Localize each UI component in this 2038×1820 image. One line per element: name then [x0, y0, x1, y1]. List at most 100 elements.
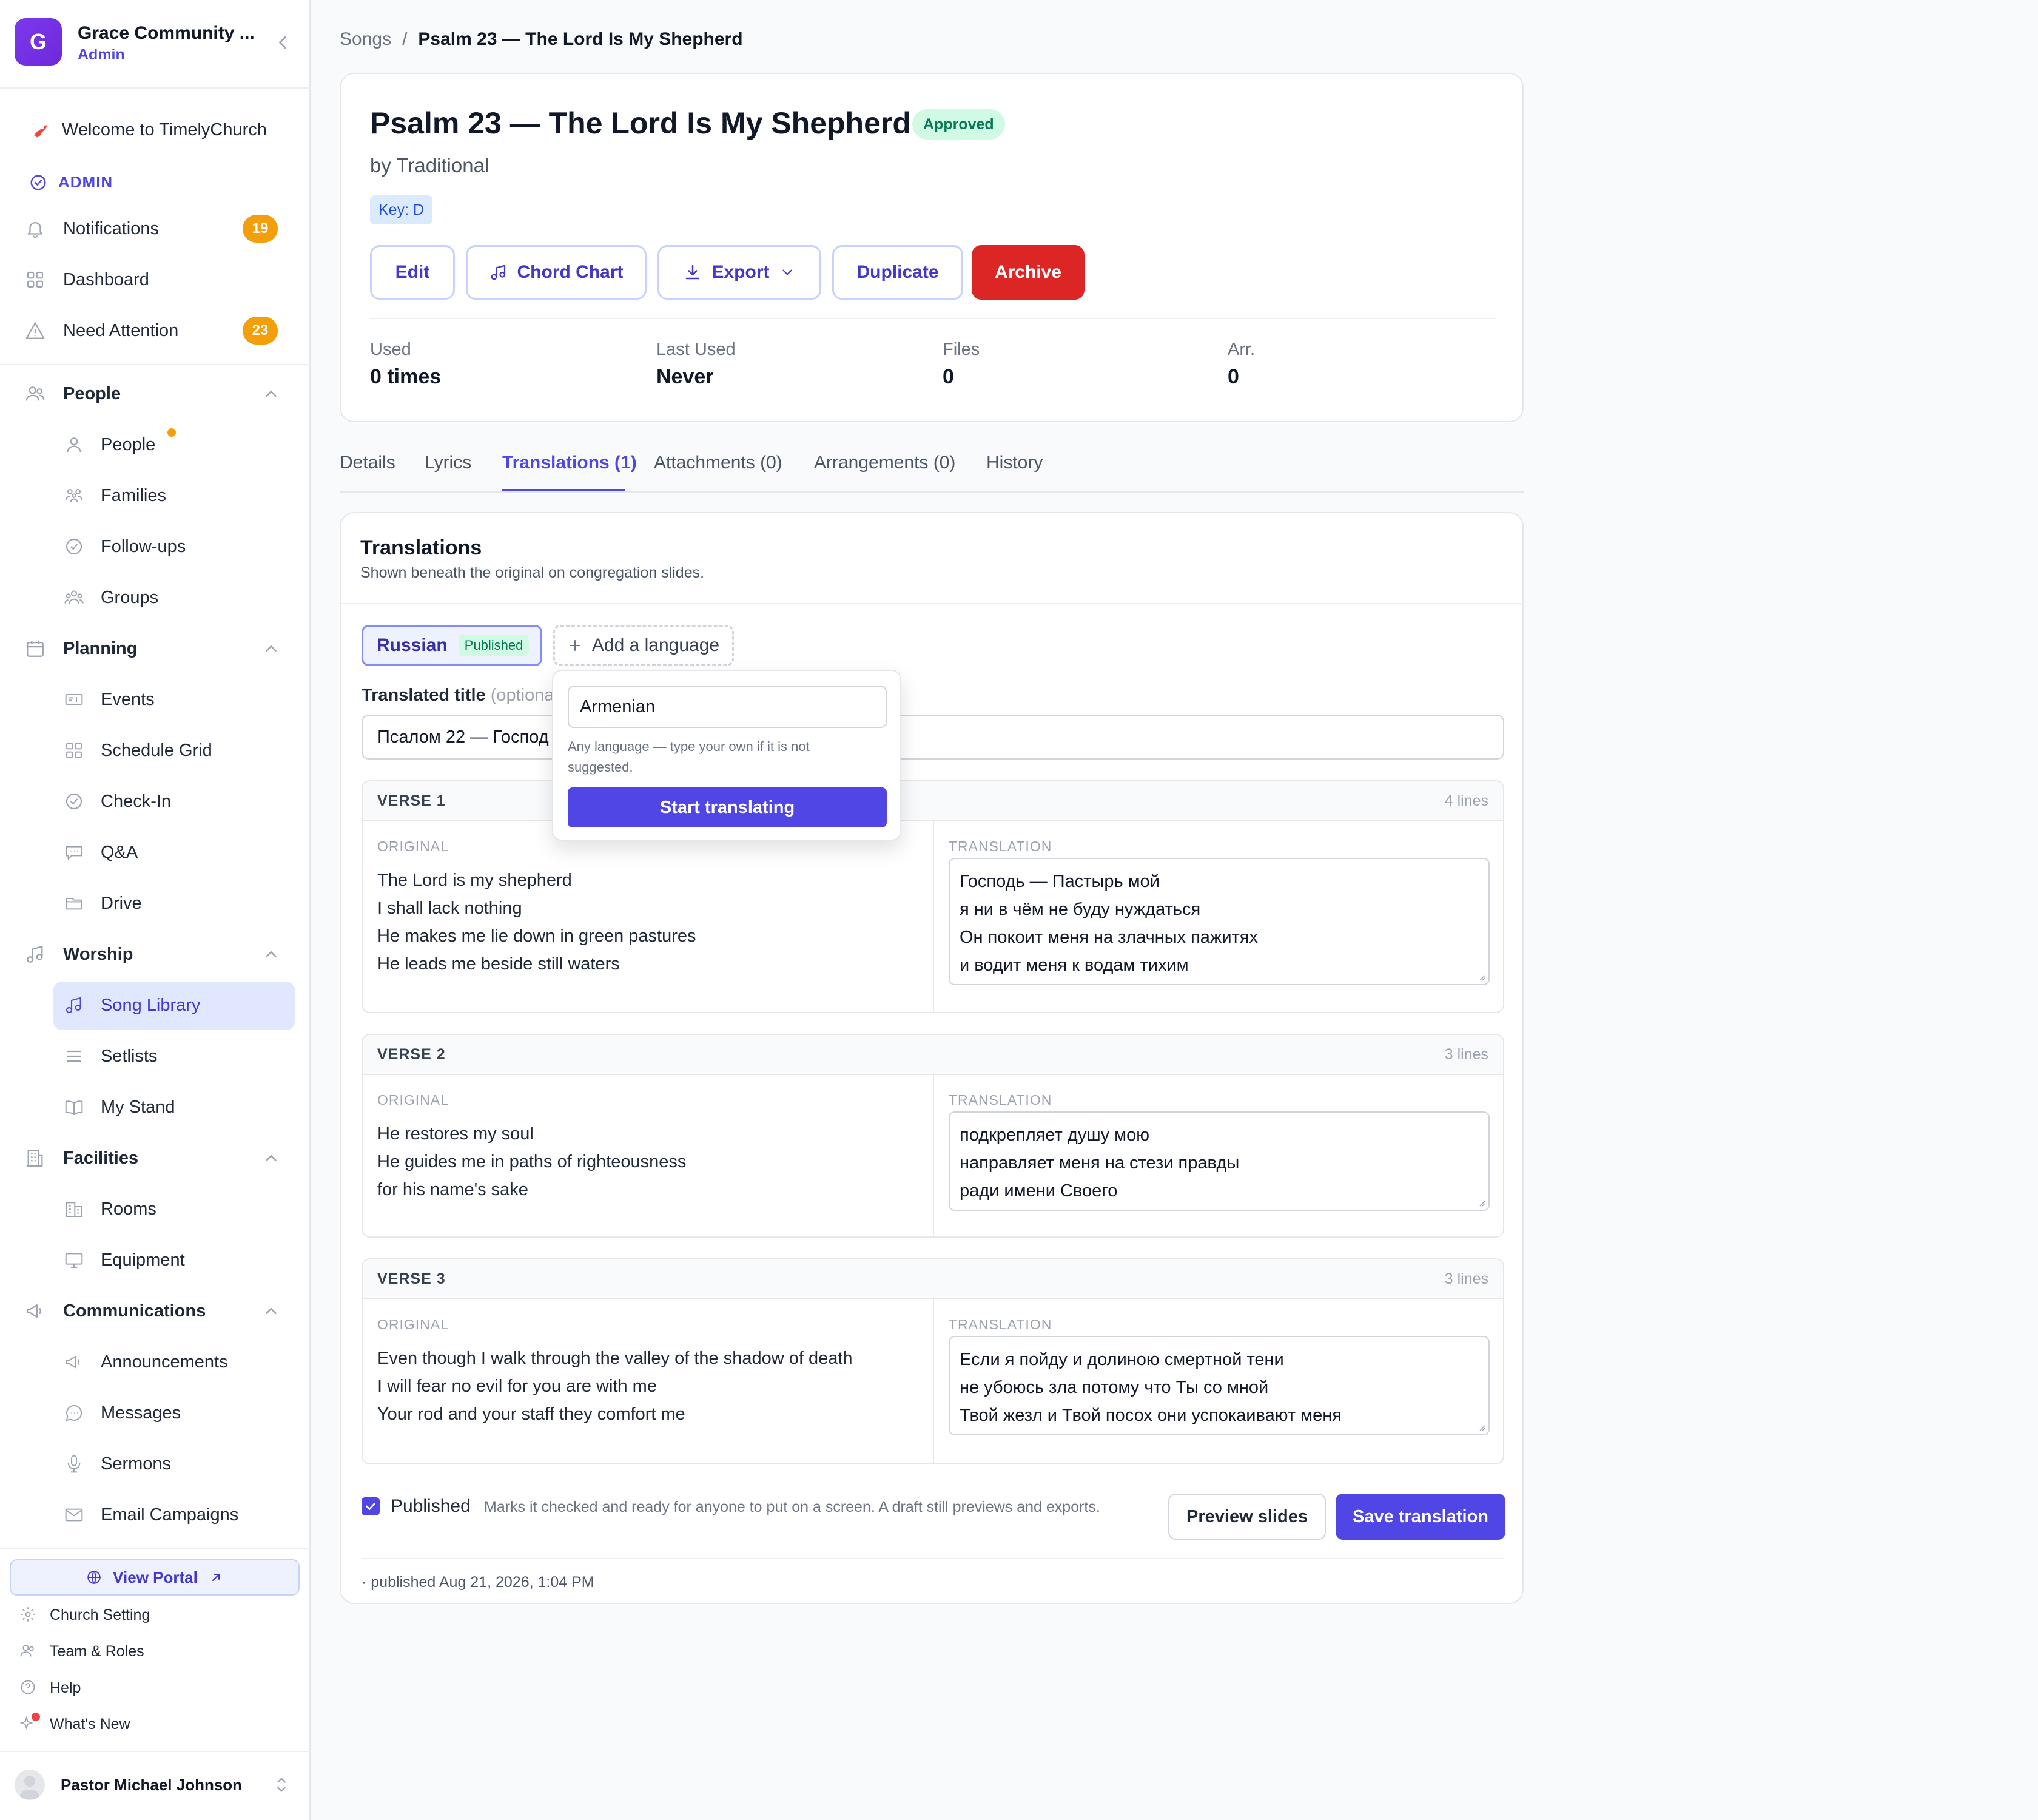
check-circle-icon — [63, 536, 85, 558]
chord-chart-button[interactable]: Chord Chart — [466, 245, 647, 300]
preview-slides-button[interactable]: Preview slides — [1168, 1494, 1326, 1540]
org-switcher[interactable]: G Grace Community ... Admin — [15, 18, 296, 68]
tab-lyrics[interactable]: Lyrics — [425, 453, 471, 473]
music-note-icon — [489, 263, 508, 281]
sidebar-item-follow-ups[interactable]: Follow-ups — [63, 530, 186, 564]
tab-details[interactable]: Details — [340, 453, 395, 473]
sidebar-item-label: Families — [101, 485, 166, 505]
team-roles-link[interactable]: Team & Roles — [19, 1638, 144, 1665]
section-subtitle: Shown beneath the original on congregati… — [360, 564, 705, 581]
users-icon — [24, 383, 46, 405]
tab-translations[interactable]: Translations (1) — [502, 453, 637, 473]
resize-handle-icon[interactable] — [1476, 972, 1486, 982]
sidebar-item-events[interactable]: Events — [63, 682, 155, 716]
chevron-up-icon[interactable] — [262, 639, 280, 658]
export-button[interactable]: Export — [657, 245, 821, 300]
chevron-up-icon[interactable] — [262, 1302, 280, 1320]
sidebar-divider — [0, 87, 311, 89]
sidebar-item-label: Notifications — [63, 218, 159, 238]
edit-button[interactable]: Edit — [370, 245, 455, 300]
language-input[interactable]: Armenian — [568, 686, 887, 728]
tab-arrangements[interactable]: Arrangements (0) — [814, 453, 955, 473]
sidebar-section-planning[interactable]: Planning — [24, 632, 286, 666]
sidebar-item-rooms[interactable]: Rooms — [63, 1192, 156, 1226]
sidebar-item-people[interactable]: People — [63, 428, 155, 462]
stat-files-value: 0 — [943, 365, 954, 388]
sidebar-section-facilities[interactable]: Facilities — [24, 1141, 286, 1175]
megaphone-icon — [24, 1300, 46, 1322]
sidebar-item-song-library[interactable]: Song Library — [63, 988, 200, 1022]
sidebar-item-schedule-grid[interactable]: Schedule Grid — [63, 733, 212, 767]
translation-textarea[interactable]: Если я пойду и долиною смертной тени не … — [949, 1336, 1490, 1435]
collapse-sidebar-icon[interactable] — [272, 32, 294, 53]
language-tab-russian[interactable]: Russian Published — [362, 625, 542, 666]
sidebar-section-people[interactable]: People — [24, 377, 286, 411]
sidebar-item-groups[interactable]: Groups — [63, 581, 158, 615]
sidebar-item-families[interactable]: Families — [63, 479, 166, 513]
sidebar-item-drive[interactable]: Drive — [63, 886, 142, 920]
start-translating-button[interactable]: Start translating — [568, 787, 887, 827]
original-column: ORIGINAL Even though I walk through the … — [363, 1299, 933, 1463]
sidebar-item-welcome[interactable]: Welcome to TimelyChurch — [29, 113, 267, 147]
sidebar-item-email-campaigns[interactable]: Email Campaigns — [63, 1498, 238, 1532]
sidebar-item-sermons[interactable]: Sermons — [63, 1447, 171, 1481]
folder-icon — [63, 892, 85, 914]
sidebar-section-worship[interactable]: Worship — [24, 937, 286, 971]
sidebar-item-messages[interactable]: Messages — [63, 1396, 181, 1430]
user-menu[interactable]: Pastor Michael Johnson — [15, 1767, 296, 1803]
help-link[interactable]: Help — [19, 1674, 81, 1701]
stat-last-used-value: Never — [656, 365, 714, 388]
sidebar-item-announcements[interactable]: Announcements — [63, 1345, 228, 1379]
chevron-up-icon[interactable] — [262, 945, 280, 963]
published-checkbox[interactable] — [362, 1497, 380, 1515]
published-label[interactable]: Published — [391, 1496, 471, 1517]
translation-textarea[interactable]: подкрепляет душу мою направляет меня на … — [949, 1111, 1490, 1211]
add-language-button[interactable]: Add a language — [553, 625, 734, 666]
church-setting-link[interactable]: Church Setting — [19, 1602, 150, 1628]
user-icon — [63, 434, 85, 456]
resize-handle-icon[interactable] — [1476, 1198, 1486, 1207]
sidebar-section-label: People — [63, 383, 121, 403]
translation-label: TRANSLATION — [949, 838, 1052, 854]
sidebar-item-label: Follow-ups — [101, 536, 186, 556]
verse-line-count: 4 lines — [1444, 792, 1488, 809]
mail-icon — [63, 1504, 85, 1526]
archive-button[interactable]: Archive — [972, 245, 1085, 300]
sidebar-item-need-attention[interactable]: Need Attention — [24, 314, 178, 348]
duplicate-button[interactable]: Duplicate — [832, 245, 963, 300]
sidebar-divider — [0, 364, 311, 365]
tab-history[interactable]: History — [986, 453, 1043, 473]
view-portal-button[interactable]: View Portal — [10, 1559, 300, 1596]
tab-attachments[interactable]: Attachments (0) — [654, 453, 782, 473]
verse-line-count: 3 lines — [1444, 1270, 1488, 1287]
translation-column: TRANSLATION Господь — Пастырь мой я ни в… — [933, 821, 1503, 1012]
published-badge: Published — [458, 635, 530, 656]
save-translation-button[interactable]: Save translation — [1336, 1494, 1505, 1540]
family-icon — [63, 485, 85, 507]
resize-handle-icon[interactable] — [1476, 1422, 1486, 1432]
sidebar-item-check-in[interactable]: Check-In — [63, 784, 171, 818]
rocket-icon — [29, 119, 51, 141]
breadcrumb-songs-link[interactable]: Songs — [340, 29, 391, 50]
sidebar-item-qa[interactable]: Q&A — [63, 835, 138, 869]
sidebar-section-communications[interactable]: Communications — [24, 1294, 286, 1328]
chevron-up-icon[interactable] — [262, 1149, 280, 1167]
sidebar-item-equipment[interactable]: Equipment — [63, 1243, 185, 1277]
divider — [362, 1558, 1504, 1559]
message-circle-icon — [63, 1402, 85, 1424]
org-name: Grace Community ... — [78, 23, 255, 43]
building-icon — [24, 1147, 46, 1169]
sidebar-item-dashboard[interactable]: Dashboard — [24, 263, 149, 297]
sidebar-divider — [0, 1751, 311, 1752]
sidebar-item-label: Drive — [101, 893, 142, 913]
translated-title-input[interactable]: Псалом 22 — Господ — [362, 715, 1504, 760]
sidebar-item-setlists[interactable]: Setlists — [63, 1039, 157, 1073]
sidebar-item-my-stand[interactable]: My Stand — [63, 1090, 175, 1124]
verse-header: VERSE 1 4 lines — [363, 781, 1503, 821]
divider — [341, 603, 1522, 604]
language-help-text: Any language — type your own if it is no… — [568, 739, 810, 775]
chevron-up-icon[interactable] — [262, 385, 280, 403]
whats-new-link[interactable]: What's New — [19, 1711, 130, 1737]
need-attention-count-badge: 23 — [243, 317, 278, 345]
translation-textarea[interactable]: Господь — Пастырь мой я ни в чём не буду… — [949, 858, 1490, 985]
